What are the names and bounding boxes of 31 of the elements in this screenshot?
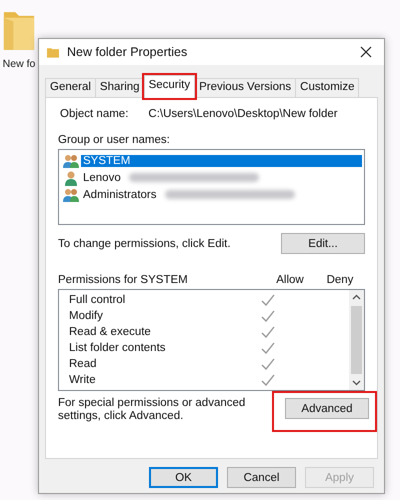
dialog-button[interactable]: Cancel	[227, 467, 296, 488]
object-name-value: C:\Users\Lenovo\Desktop\New folder	[148, 108, 338, 120]
user-list-item[interactable]: Lenovo	[81, 172, 123, 184]
permission-name: Full control	[69, 294, 126, 306]
folder-label: New fo	[2, 58, 36, 70]
user-list-item[interactable]: SYSTEM	[81, 154, 362, 166]
column-header: Deny	[326, 274, 354, 286]
advanced-button[interactable]: Advanced	[285, 398, 369, 419]
permission-name: Read & execute	[69, 326, 152, 338]
tab[interactable]: Security	[144, 75, 196, 98]
users-icon	[63, 152, 79, 168]
tab[interactable]: Customize	[295, 78, 360, 97]
advanced-hint: For special permissions or advanced settings, click Advanced.	[58, 397, 246, 423]
permission-name: Modify	[69, 310, 104, 322]
object-name-label: Object name:	[60, 108, 128, 120]
tab[interactable]: General	[45, 78, 96, 97]
permission-name: Write	[69, 374, 97, 386]
permission-name: List folder contents	[69, 342, 167, 354]
user-list-item[interactable]: Administrators	[81, 188, 158, 200]
dialog-button[interactable]: OK	[149, 467, 218, 488]
users-icon	[63, 186, 79, 202]
groups-label: Group or user names:	[58, 134, 171, 146]
user-icon	[63, 170, 79, 186]
folder-icon	[47, 46, 59, 58]
scrollbar[interactable]	[349, 290, 364, 390]
change-hint: To change permissions, click Edit.	[58, 238, 231, 250]
window-title: New folder Properties	[67, 45, 188, 59]
permission-name: Read	[69, 358, 98, 370]
edit-button[interactable]: Edit...	[281, 233, 365, 254]
permissions-label: Permissions for SYSTEM	[58, 274, 189, 286]
column-header: Allow	[275, 274, 305, 286]
